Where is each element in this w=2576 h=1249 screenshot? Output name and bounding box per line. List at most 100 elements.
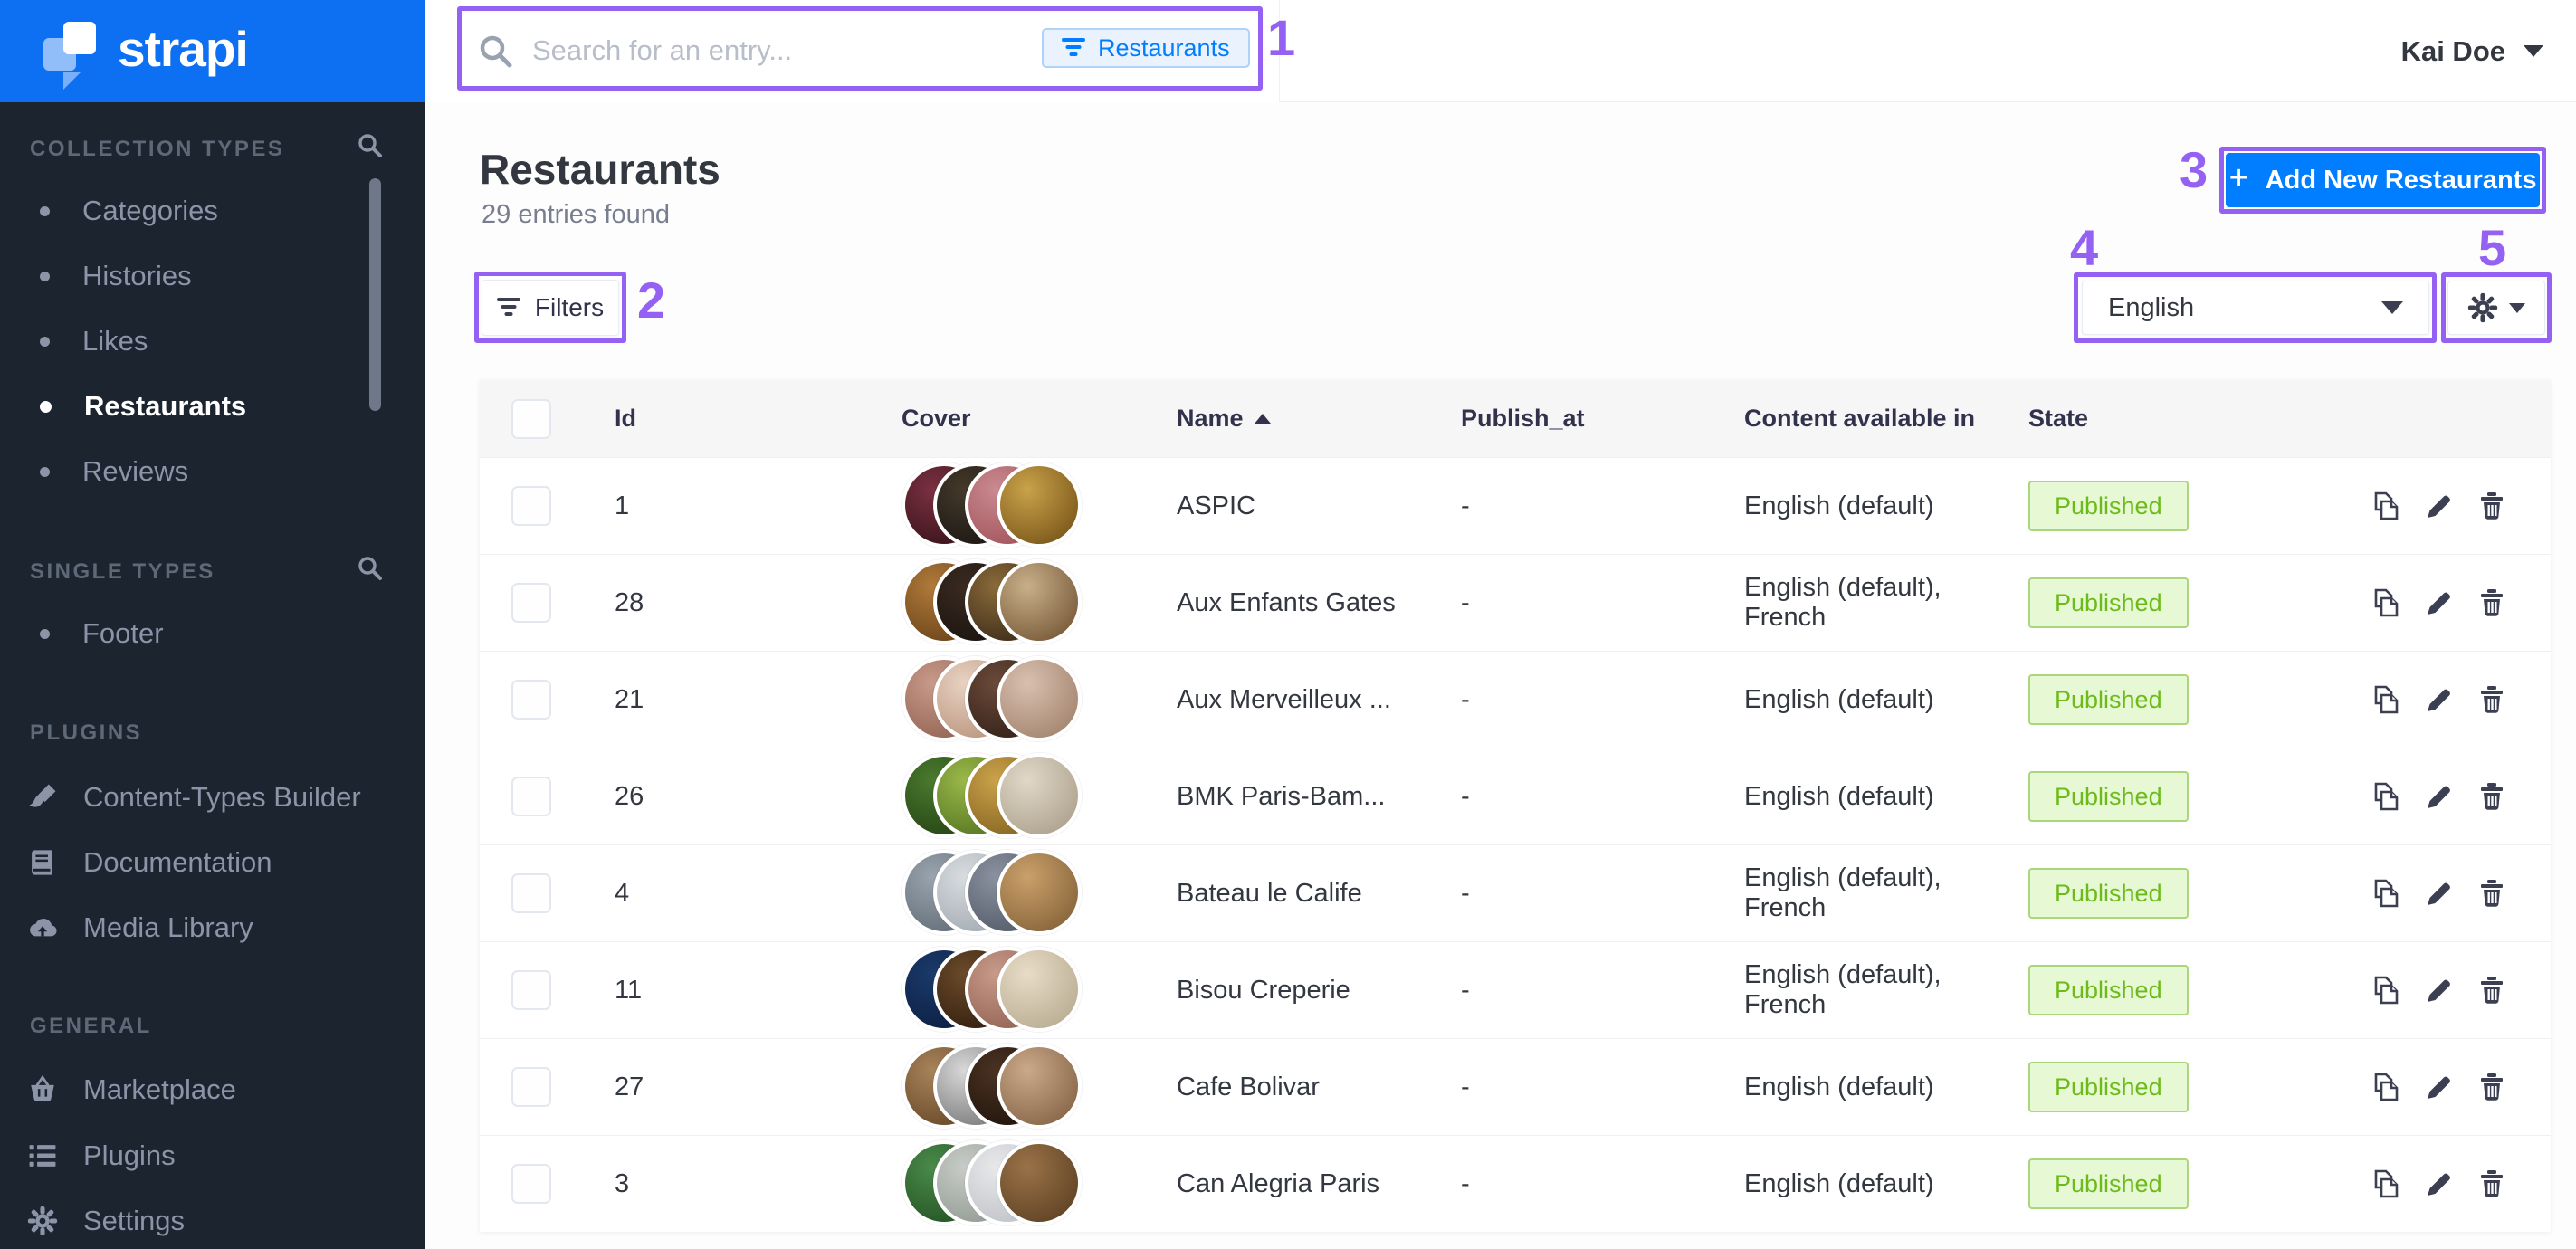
user-menu[interactable]: Kai Doe	[2401, 0, 2543, 102]
duplicate-button[interactable]	[2370, 1168, 2402, 1200]
table-row[interactable]: 3Can Alegria Paris-English (default)Publ…	[480, 1135, 2551, 1232]
cover-stack	[902, 558, 1128, 648]
cell-locales: English (default), French	[1744, 573, 2028, 633]
select-all-checkbox[interactable]	[511, 399, 551, 439]
filters-label: Filters	[535, 293, 604, 322]
delete-button[interactable]	[2476, 781, 2507, 812]
sidebar-item-reviews[interactable]: Reviews	[0, 439, 425, 504]
row-checkbox[interactable]	[511, 1067, 551, 1107]
duplicate-button[interactable]	[2370, 490, 2402, 522]
locale-select[interactable]: English	[2082, 281, 2429, 335]
gear-icon	[27, 1206, 58, 1236]
duplicate-button[interactable]	[2370, 974, 2402, 1006]
row-checkbox[interactable]	[511, 680, 551, 720]
cell-name: Can Alegria Paris	[1177, 1169, 1461, 1199]
table-row[interactable]: 26BMK Paris-Bam...-English (default)Publ…	[480, 748, 2551, 844]
cell-name: Cafe Bolivar	[1177, 1073, 1461, 1102]
single-types-search-icon[interactable]	[357, 555, 384, 582]
table-row[interactable]: 11Bisou Creperie-English (default), Fren…	[480, 941, 2551, 1038]
bullet-icon	[40, 337, 50, 347]
collection-types-search-icon[interactable]	[357, 132, 384, 159]
edit-button[interactable]	[2424, 1072, 2455, 1102]
entries-table: Id Cover Name Publish_at Content availab…	[480, 380, 2551, 1232]
delete-button[interactable]	[2476, 975, 2507, 1006]
book-icon	[27, 847, 58, 878]
sidebar-item-documentation[interactable]: Documentation	[0, 830, 425, 895]
delete-button[interactable]	[2476, 684, 2507, 715]
table-row[interactable]: 4Bateau le Calife-English (default), Fre…	[480, 844, 2551, 941]
header-state[interactable]: State	[2028, 405, 2331, 433]
view-settings-button[interactable]	[2447, 281, 2545, 335]
duplicate-button[interactable]	[2370, 1071, 2402, 1103]
search-collection-chip[interactable]: Restaurants	[1042, 28, 1250, 68]
sidebar-item-settings[interactable]: Settings	[0, 1188, 425, 1249]
table-row[interactable]: 21Aux Merveilleux ...-English (default)P…	[480, 651, 2551, 748]
table-row[interactable]: 28Aux Enfants Gates-English (default), F…	[480, 554, 2551, 651]
filters-button[interactable]: Filters	[482, 280, 619, 336]
cover-avatar	[997, 656, 1082, 741]
sidebar-item-media-library[interactable]: Media Library	[0, 895, 425, 960]
bullet-icon	[40, 401, 52, 413]
duplicate-button[interactable]	[2370, 586, 2402, 619]
cover-stack	[902, 461, 1128, 551]
edit-button[interactable]	[2424, 878, 2455, 909]
delete-button[interactable]	[2476, 878, 2507, 909]
row-checkbox[interactable]	[511, 970, 551, 1010]
state-badge: Published	[2028, 1158, 2189, 1209]
header-publish-at[interactable]: Publish_at	[1461, 405, 1744, 433]
sidebar: COLLECTION TYPES Categories Histories Li…	[0, 102, 425, 1249]
sidebar-item-likes[interactable]: Likes	[0, 309, 425, 374]
delete-button[interactable]	[2476, 1168, 2507, 1199]
sidebar-item-histories[interactable]: Histories	[0, 243, 425, 309]
main-content: Restaurants 29 entries found + Add New R…	[425, 102, 2576, 1249]
search-input[interactable]	[532, 24, 1039, 78]
plus-icon: +	[2229, 159, 2249, 198]
section-plugins: PLUGINS	[30, 720, 142, 746]
cell-name: Bateau le Calife	[1177, 879, 1461, 909]
edit-button[interactable]	[2424, 975, 2455, 1006]
row-checkbox[interactable]	[511, 777, 551, 816]
sidebar-item-categories[interactable]: Categories	[0, 178, 425, 243]
cell-locales: English (default)	[1744, 1073, 2028, 1102]
sidebar-item-plugins[interactable]: Plugins	[0, 1123, 425, 1188]
duplicate-button[interactable]	[2370, 780, 2402, 813]
cell-name: Aux Merveilleux ...	[1177, 685, 1461, 715]
edit-button[interactable]	[2424, 684, 2455, 715]
sidebar-item-restaurants[interactable]: Restaurants	[0, 374, 425, 439]
row-checkbox[interactable]	[511, 583, 551, 623]
search-icon	[477, 33, 515, 71]
cell-id: 11	[615, 976, 902, 1006]
delete-button[interactable]	[2476, 491, 2507, 521]
add-new-restaurants-button[interactable]: + Add New Restaurants	[2226, 153, 2540, 207]
cell-name: BMK Paris-Bam...	[1177, 782, 1461, 812]
header-id[interactable]: Id	[615, 405, 902, 433]
edit-button[interactable]	[2424, 1168, 2455, 1199]
header-cover[interactable]: Cover	[902, 405, 1177, 433]
state-badge: Published	[2028, 965, 2189, 1015]
state-badge: Published	[2028, 577, 2189, 628]
cell-publish-at: -	[1461, 588, 1744, 618]
header-name[interactable]: Name	[1177, 405, 1461, 433]
row-checkbox[interactable]	[511, 486, 551, 526]
cover-stack	[902, 1139, 1128, 1229]
logo[interactable]: strapi	[0, 0, 425, 102]
edit-button[interactable]	[2424, 587, 2455, 618]
sidebar-item-content-types-builder[interactable]: Content-Types Builder	[0, 765, 425, 830]
duplicate-button[interactable]	[2370, 683, 2402, 716]
sidebar-scrollbar[interactable]	[369, 178, 381, 411]
table-row[interactable]: 1ASPIC-English (default)Published	[480, 457, 2551, 554]
sidebar-item-marketplace[interactable]: Marketplace	[0, 1057, 425, 1122]
duplicate-button[interactable]	[2370, 877, 2402, 910]
sort-asc-icon	[1255, 414, 1271, 424]
row-checkbox[interactable]	[511, 1164, 551, 1204]
sidebar-item-footer[interactable]: Footer	[0, 601, 425, 666]
delete-button[interactable]	[2476, 1072, 2507, 1102]
row-checkbox[interactable]	[511, 873, 551, 913]
topbar: strapi Restaurants Kai Doe	[0, 0, 2576, 102]
edit-button[interactable]	[2424, 491, 2455, 521]
delete-button[interactable]	[2476, 587, 2507, 618]
edit-button[interactable]	[2424, 781, 2455, 812]
table-row[interactable]: 27Cafe Bolivar-English (default)Publishe…	[480, 1038, 2551, 1135]
cell-id: 3	[615, 1169, 902, 1199]
header-locales[interactable]: Content available in	[1744, 405, 2028, 433]
